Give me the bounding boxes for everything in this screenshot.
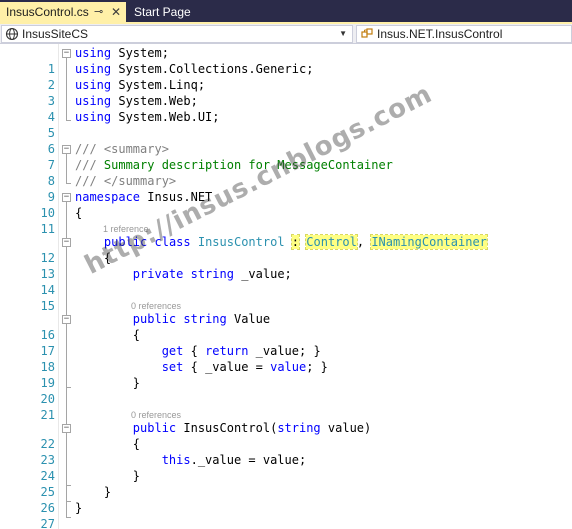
code-text: Value xyxy=(226,312,271,326)
code-line: 25 } xyxy=(0,468,572,499)
code-text: value) xyxy=(320,421,372,435)
code-text: System.Web; xyxy=(111,94,198,108)
highlight: : xyxy=(290,234,301,250)
code-line: 14 private string _value; xyxy=(0,266,572,297)
code-line: 21 xyxy=(0,391,572,422)
type-name: InsusControl xyxy=(197,235,285,249)
type-name: Insus.NET.InsusControl xyxy=(377,27,503,41)
globe-icon xyxy=(5,27,19,41)
close-tab-icon[interactable]: ✕ xyxy=(111,2,121,22)
code-line: 18 get { return _value; } xyxy=(0,343,572,374)
class-icon xyxy=(361,28,373,38)
code-line: 26 } xyxy=(0,484,572,515)
keyword: public xyxy=(132,421,177,435)
keyword: private xyxy=(132,267,184,281)
code-text: { xyxy=(75,206,83,220)
line-number: 27 xyxy=(40,517,55,529)
code-line: 5 using System.Web.UI; xyxy=(0,109,572,140)
code-text: } xyxy=(132,469,141,483)
code-text: System.Linq; xyxy=(111,78,206,92)
keyword: string xyxy=(190,267,234,281)
code-line: 15 xyxy=(0,282,572,313)
code-text: { xyxy=(132,328,141,342)
code-text: , xyxy=(356,235,365,249)
code-line: 2 using System.Collections.Generic; xyxy=(0,61,572,92)
code-line: 17 { xyxy=(0,327,572,358)
fold-guide-end xyxy=(66,517,71,518)
collapse-icon[interactable]: − xyxy=(62,238,71,247)
code-line: 23 { xyxy=(0,436,572,467)
keyword: get xyxy=(161,344,184,358)
keyword: value xyxy=(270,360,307,374)
code-text: System.Web.UI; xyxy=(111,110,220,124)
code-text: System; xyxy=(111,46,169,60)
keyword: using xyxy=(75,110,112,124)
collapse-icon[interactable]: − xyxy=(62,193,71,202)
code-text: System.Collections.Generic; xyxy=(111,62,314,76)
keyword: using xyxy=(75,46,112,60)
code-text: InsusControl( xyxy=(176,421,278,435)
code-line: 6 xyxy=(0,125,572,156)
keyword: namespace xyxy=(75,190,141,204)
code-line: 20 } xyxy=(0,375,572,406)
keyword: using xyxy=(75,94,112,108)
doc-comment-slashes: /// xyxy=(75,142,97,156)
code-text: ; } xyxy=(306,360,328,374)
collapse-icon[interactable]: − xyxy=(62,49,71,58)
pin-tab-icon[interactable]: ⊸ xyxy=(94,2,103,22)
code-text: { xyxy=(183,344,206,358)
code-text: ._value = value; xyxy=(190,453,307,467)
doc-comment-slashes: /// xyxy=(75,174,97,188)
doc-comment-tag: <summary> xyxy=(96,142,169,156)
keyword: using xyxy=(75,62,112,76)
code-text: _value; } xyxy=(248,344,321,358)
code-text: } xyxy=(132,376,141,390)
code-text: } xyxy=(75,501,83,515)
code-line: 12 − public class InsusControl : Control… xyxy=(0,234,572,265)
code-text: { xyxy=(132,437,141,451)
keyword: string xyxy=(183,312,227,326)
doc-comment-slashes: /// xyxy=(75,158,97,172)
interface-highlight: INamingContainer xyxy=(370,234,488,250)
document-tab-strip: InsusControl.cs ⊸ ✕ Start Page xyxy=(0,0,572,23)
code-text: { _value = xyxy=(183,360,271,374)
code-line: 4 using System.Web; xyxy=(0,93,572,124)
keyword: public xyxy=(132,312,177,326)
keyword: using xyxy=(75,78,112,92)
code-line: 27 } xyxy=(0,500,572,529)
code-line: 3 using System.Linq; xyxy=(0,77,572,108)
keyword: return xyxy=(205,344,249,358)
code-line: 22 − public InsusControl(string value) xyxy=(0,420,572,451)
code-line: 11 { xyxy=(0,205,572,236)
code-line: 16 − public string Value xyxy=(0,311,572,342)
code-line: 10 − namespace Insus.NET xyxy=(0,189,572,220)
tab-label: InsusControl.cs xyxy=(6,5,89,19)
keyword: set xyxy=(161,360,184,374)
code-text: _value; xyxy=(233,267,292,281)
collapse-icon[interactable]: − xyxy=(62,424,71,433)
doc-comment-tag: </summary> xyxy=(96,174,177,188)
code-line: 1 − using System; xyxy=(0,45,572,76)
code-line: 19 set { _value = value; } xyxy=(0,359,572,390)
collapse-icon[interactable]: − xyxy=(62,315,71,324)
code-editor[interactable]: 1 − using System; 2 using System.Collect… xyxy=(0,44,572,529)
type-dropdown[interactable]: Insus.NET.InsusControl xyxy=(356,25,572,43)
chevron-down-icon: ▼ xyxy=(339,29,347,38)
keyword: string xyxy=(277,421,321,435)
navigation-bar: InsusSiteCS ▼ Insus.NET.InsusControl xyxy=(0,24,572,44)
code-line: 24 this._value = value; xyxy=(0,452,572,483)
base-type-highlight: Control xyxy=(305,234,358,250)
tab-insuscontrol-cs[interactable]: InsusControl.cs ⊸ ✕ xyxy=(0,2,126,22)
tab-start-page[interactable]: Start Page xyxy=(128,2,238,22)
project-name: InsusSiteCS xyxy=(22,27,89,41)
keyword: this xyxy=(161,453,191,467)
code-text: } xyxy=(103,485,112,499)
tab-label: Start Page xyxy=(134,5,191,19)
project-dropdown[interactable]: InsusSiteCS ▼ xyxy=(1,25,353,43)
collapse-icon[interactable]: − xyxy=(62,145,71,154)
